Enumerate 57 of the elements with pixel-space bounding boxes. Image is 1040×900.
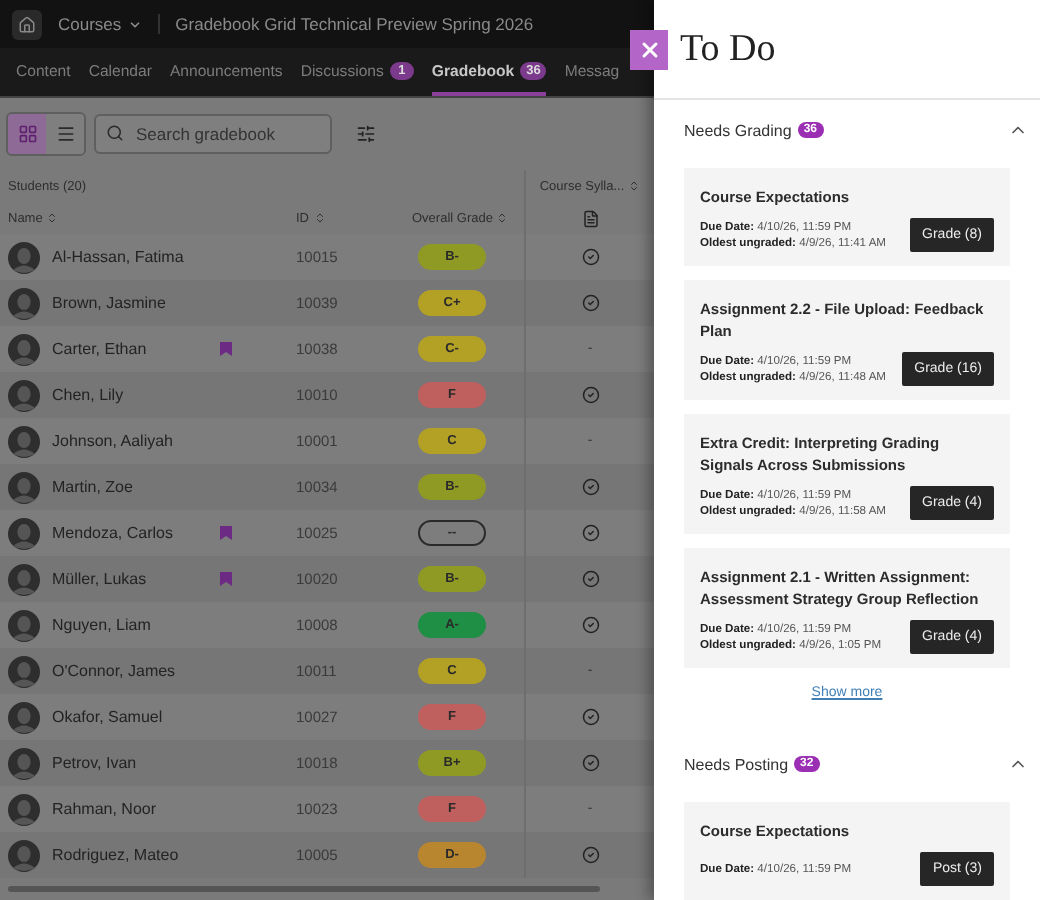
student-name: Rodriguez, Mateo [52,846,179,864]
check-icon [581,754,599,772]
search-field[interactable]: Search gradebook [94,114,332,154]
courses-menu[interactable]: Courses [58,14,160,34]
avatar-icon [8,471,40,503]
student-name: Müller, Lukas [52,570,147,588]
avatar-icon [8,609,40,641]
student-name: Chen, Lily [52,386,124,404]
avatar-icon [8,379,40,411]
drawer-title: To Do [680,27,776,71]
list-view-button[interactable] [46,114,84,154]
caret-icon [127,17,142,31]
student-name: Brown, Jasmine [52,294,166,312]
avatar-icon [8,425,40,457]
grid-view-button[interactable] [8,114,46,154]
sliders-icon [356,124,376,144]
check-icon [581,570,599,588]
check-icon [581,846,599,864]
home-button[interactable] [12,9,42,39]
student-name: Mendoza, Carlos [52,524,173,542]
course-title: Gradebook Grid Technical Preview Spring 2026 [175,14,534,34]
avatar-icon [8,747,40,779]
scrollbar[interactable] [8,886,600,892]
avatar-icon [8,793,40,825]
check-icon [581,708,599,726]
avatar-icon [8,241,40,273]
grid-icon [17,124,37,144]
section-heading: Needs Posting [684,755,789,773]
student-name: O'Connor, James [52,662,176,680]
check-icon [581,248,599,266]
avatar-icon [8,517,40,549]
avatar-icon [8,701,40,733]
avatar-icon [8,333,40,365]
avatar-icon [8,655,40,687]
check-icon [581,524,599,542]
check-icon [581,616,599,634]
section-heading: Needs Grading [684,121,792,139]
student-name: Carter, Ethan [52,340,147,358]
student-name: Petrov, Ivan [52,754,137,772]
list-icon [55,124,75,144]
student-name: Okafor, Samuel [52,708,163,726]
close-icon [637,38,661,62]
check-icon [581,386,599,404]
close-button[interactable] [630,30,668,70]
student-name: Johnson, Aaliyah [52,432,173,450]
student-name: Nguyen, Liam [52,616,151,634]
student-name: Al-Hassan, Fatima [52,248,184,266]
document-icon [581,209,599,227]
student-name: Martin, Zoe [52,478,133,496]
avatar-icon [8,839,40,871]
avatar-icon [8,287,40,319]
avatar-icon [8,563,40,595]
check-icon [581,478,599,496]
search-icon [106,124,124,142]
check-icon [581,294,599,312]
home-icon [18,15,36,33]
student-name: Rahman, Noor [52,800,157,818]
